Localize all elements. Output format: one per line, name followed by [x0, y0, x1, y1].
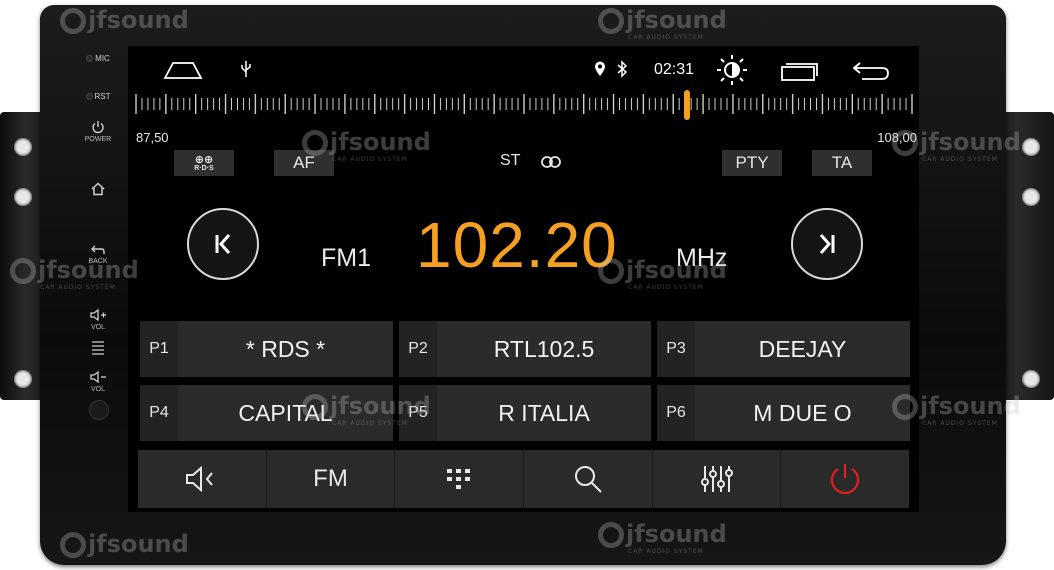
- search-button[interactable]: [524, 450, 653, 508]
- preset-number: P2: [399, 321, 437, 377]
- watermark-logo: jfsound: [60, 530, 189, 558]
- preset-button[interactable]: P5 R ITALIA: [399, 385, 651, 441]
- stereo-label: ST: [500, 152, 521, 169]
- seek-next-icon: [819, 234, 835, 254]
- frequency-display: 102.20: [416, 209, 618, 281]
- watermark-logo: jfsound CAR AUDIO SYSTEM: [10, 256, 139, 291]
- power-icon: [831, 464, 860, 494]
- bracket-hole: [1022, 138, 1040, 156]
- bluetooth-icon: [617, 60, 628, 78]
- watermark-logo: jfsound CAR AUDIO SYSTEM: [598, 256, 727, 291]
- watermark-logo: jfsound CAR AUDIO SYSTEM: [598, 520, 727, 555]
- equalizer-button[interactable]: [653, 450, 782, 508]
- preset-button[interactable]: P3 DEEJAY: [657, 321, 910, 377]
- stereo-icon: [541, 156, 561, 168]
- watermark-logo: jfsound CAR AUDIO SYSTEM: [302, 392, 431, 427]
- preset-name: M DUE O: [753, 399, 852, 426]
- seek-previous-button[interactable]: [187, 208, 259, 280]
- preset-button[interactable]: P6 M DUE O: [657, 385, 910, 441]
- watermark-logo: jfsound CAR AUDIO SYSTEM: [892, 392, 1021, 427]
- status-bar: 02:31: [128, 46, 919, 90]
- mute-button[interactable]: [138, 450, 267, 508]
- grid-icon: [447, 469, 471, 489]
- volume-down-icon: [90, 370, 106, 384]
- preset-name: RTL102.5: [493, 335, 595, 362]
- bottom-toolbar: FM: [138, 450, 909, 508]
- home-icon[interactable]: [162, 58, 204, 80]
- bracket-hole: [14, 370, 32, 388]
- volume-up-icon: [90, 308, 106, 322]
- preset-number: P3: [657, 321, 695, 377]
- seek-previous-icon: [215, 234, 231, 254]
- bracket-hole: [1022, 188, 1040, 206]
- preset-number: P4: [140, 385, 178, 441]
- back-key-icon: [91, 245, 105, 254]
- equalizer-icon: [700, 466, 733, 492]
- preset-name: * RDS *: [245, 335, 326, 362]
- watermark-logo: jfsound CAR AUDIO SYSTEM: [302, 128, 431, 163]
- rds-label: R·D·S: [194, 164, 214, 172]
- min-frequency: 87,50: [136, 130, 169, 145]
- watermark-logo: jfsound CAR AUDIO SYSTEM: [892, 128, 1021, 163]
- search-icon: [574, 466, 602, 493]
- volume-down-key[interactable]: VOL: [78, 370, 118, 393]
- preset-name: DEEJAY: [758, 335, 847, 362]
- rds-button[interactable]: ⊕⊕ R·D·S: [174, 150, 234, 176]
- brightness-icon[interactable]: [716, 54, 748, 86]
- volume-up-key[interactable]: VOL: [78, 308, 118, 331]
- recent-apps-icon[interactable]: [780, 60, 820, 82]
- ta-button[interactable]: TA: [812, 150, 872, 176]
- power-key-icon: [92, 121, 104, 134]
- dial-needle[interactable]: [683, 90, 690, 120]
- usb-icon: [241, 61, 251, 77]
- location-icon: [595, 61, 605, 76]
- rotary-knob[interactable]: [89, 400, 109, 420]
- bracket-hole: [14, 138, 32, 156]
- band-label: FM1: [321, 244, 371, 272]
- power-key[interactable]: POWER: [78, 120, 118, 143]
- bracket-hole: [14, 188, 32, 206]
- pty-button[interactable]: PTY: [722, 150, 782, 176]
- menu-key[interactable]: [78, 340, 118, 360]
- preset-button[interactable]: P2 RTL102.5: [399, 321, 651, 377]
- preset-number: P6: [657, 385, 695, 441]
- band-button[interactable]: FM: [267, 450, 396, 508]
- side-key-panel: MIC RST POWER BACK VOL VOL: [78, 46, 118, 446]
- watermark-logo: jfsound: [60, 6, 189, 34]
- menu-lines-icon: [92, 341, 104, 355]
- home-key-icon: [91, 182, 105, 196]
- preset-name: R ITALIA: [498, 399, 590, 426]
- seek-next-button[interactable]: [791, 208, 863, 280]
- back-icon[interactable]: [852, 60, 890, 82]
- bracket-hole: [1022, 370, 1040, 388]
- mic-indicator: MIC: [78, 54, 118, 63]
- preset-button[interactable]: P1 * RDS *: [140, 321, 393, 377]
- watermark-logo: jfsound CAR AUDIO SYSTEM: [598, 6, 727, 41]
- reset-button[interactable]: RST: [78, 92, 118, 101]
- home-key[interactable]: [78, 182, 118, 198]
- speaker-icon: [185, 465, 213, 493]
- clock: 02:31: [654, 61, 695, 78]
- preset-number: P1: [140, 321, 178, 377]
- radio-off-button[interactable]: [781, 450, 909, 508]
- keypad-button[interactable]: [395, 450, 525, 508]
- radio-screen: 02:31 87,50 108,00 ⊕⊕ R·D·S AF ST PTY TA…: [128, 46, 919, 512]
- rds-icon: ⊕⊕: [194, 153, 214, 166]
- tuning-dial[interactable]: [134, 90, 914, 130]
